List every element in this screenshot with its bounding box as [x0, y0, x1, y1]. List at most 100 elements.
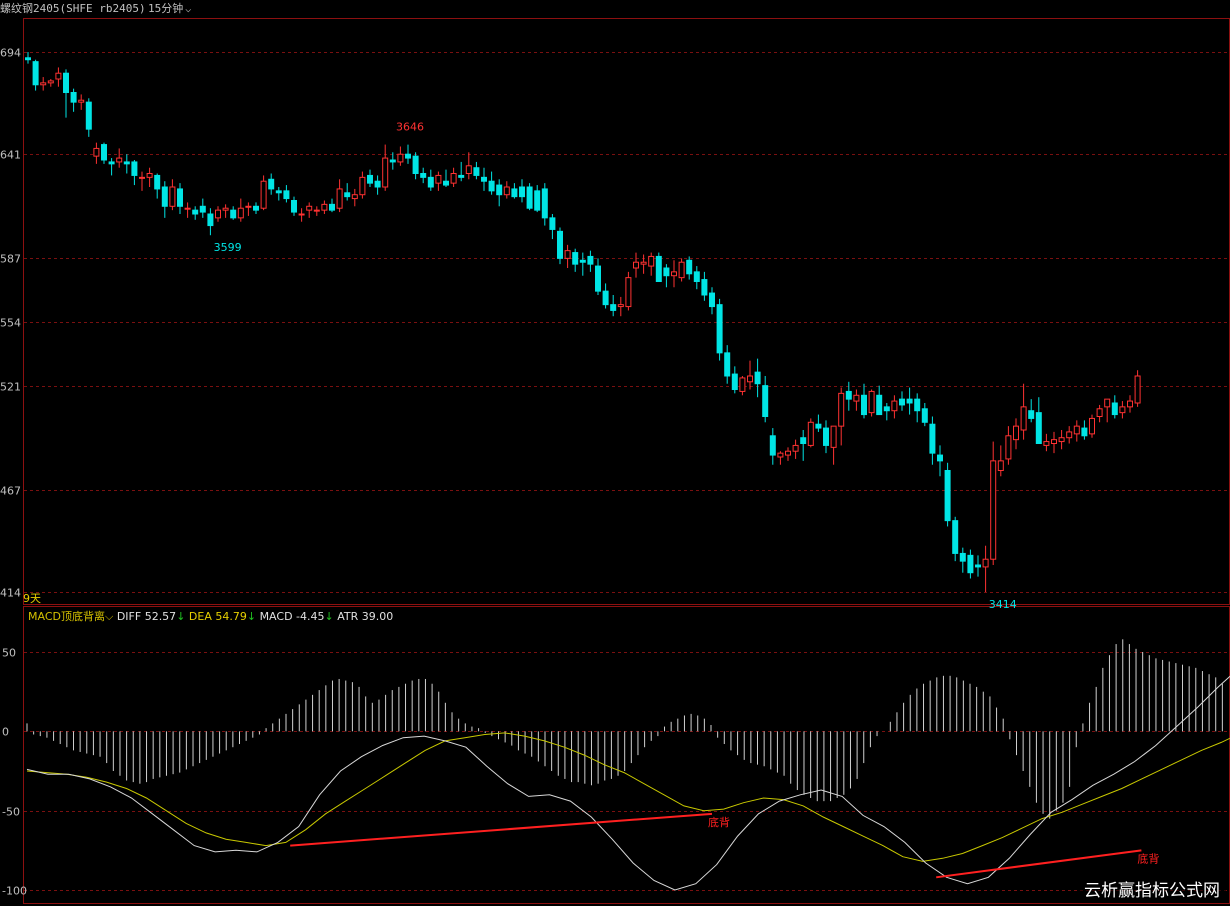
candle-body [169, 186, 176, 207]
candle-body [739, 377, 746, 392]
candle-body [108, 161, 115, 165]
candle [899, 391, 905, 411]
candle-body [503, 186, 510, 196]
readout-atr: ATR 39.00 [337, 610, 393, 623]
candle-body [876, 394, 883, 416]
candle-body [245, 205, 252, 208]
candle [625, 271, 632, 311]
candle-body [921, 408, 928, 423]
candle-body [709, 292, 715, 308]
candle [1081, 420, 1088, 440]
candle-body [1081, 427, 1088, 437]
candle [93, 142, 100, 164]
candle-body [541, 188, 548, 219]
candle-body [1089, 417, 1095, 435]
candle [450, 167, 457, 187]
candle-body [184, 207, 191, 210]
candle [443, 169, 449, 187]
candle-body [747, 375, 753, 383]
candle [313, 206, 320, 216]
candle [481, 167, 487, 191]
candle-body [55, 72, 62, 80]
candle-body [427, 176, 434, 188]
indicator-tick-label: -50 [2, 806, 20, 819]
candle [990, 441, 997, 565]
candle [701, 271, 708, 301]
candle [883, 403, 890, 421]
candle-body [146, 173, 153, 178]
candle-body [663, 267, 670, 277]
candle-body [85, 101, 92, 130]
candle-body [306, 205, 313, 211]
indicator-tick-label: -100 [2, 885, 27, 898]
candle [32, 59, 39, 91]
chart-canvas: 694 641 587 554 521 467 414 3646 3599 3414 9天 MA… [0, 18, 1230, 904]
candle [815, 414, 822, 432]
candle [853, 389, 860, 411]
candle [1089, 414, 1095, 438]
candle [25, 52, 31, 64]
candle [549, 214, 556, 240]
candle [116, 148, 123, 168]
candle [268, 173, 275, 195]
candle-body [313, 209, 320, 212]
candle-body [192, 209, 199, 215]
candle [184, 202, 191, 218]
candle [906, 387, 913, 415]
candle [344, 183, 351, 201]
candle-body [519, 186, 525, 198]
candle [359, 171, 366, 199]
candle [207, 208, 214, 236]
readout-dea: DEA 54.79 [189, 610, 247, 623]
divergence-line [936, 849, 1142, 879]
candle-body [435, 174, 442, 184]
candle [1066, 426, 1073, 444]
candle-body [298, 213, 305, 216]
candle-body [230, 209, 237, 219]
candle-body [291, 200, 297, 213]
candle-body [830, 425, 837, 448]
candle-body [458, 174, 465, 178]
candle [610, 295, 617, 317]
candle-body [823, 427, 829, 446]
candle [1051, 431, 1057, 454]
down-arrow-icon: ↓ [247, 610, 256, 623]
candle [199, 198, 206, 218]
candle [63, 69, 69, 118]
candle-body [785, 450, 791, 456]
candle [55, 67, 62, 87]
candle [351, 188, 358, 207]
candle [1134, 370, 1141, 407]
candle-body [47, 80, 54, 84]
candle [336, 179, 343, 213]
candle-body [93, 147, 100, 157]
candle [785, 447, 791, 461]
candle [648, 252, 655, 276]
candle [101, 142, 107, 164]
indicator-name: MACD顶底背离 [28, 609, 105, 623]
candle-body [177, 188, 183, 207]
candle-body [351, 194, 358, 200]
candle [602, 283, 609, 309]
candle-body [260, 180, 267, 209]
candle [587, 250, 594, 272]
candle-body [693, 271, 700, 283]
candle-body [845, 390, 852, 400]
price-annotations: 3646 3599 3414 [214, 121, 1017, 611]
candle-body [602, 290, 609, 306]
price-tick-label: 467 [0, 485, 21, 498]
candle-body [488, 180, 495, 192]
candle [937, 445, 943, 477]
candle-body [1035, 412, 1042, 444]
price-extreme-label: 3599 [214, 241, 242, 254]
candle [876, 385, 883, 416]
candle [1020, 383, 1027, 440]
price-tick-label: 694 [0, 47, 21, 60]
readout-macd: MACD -4.45 [260, 610, 325, 623]
candle-body [754, 371, 761, 385]
candle [1073, 420, 1080, 442]
candle [192, 206, 199, 220]
candle-body [1013, 425, 1019, 441]
candle [579, 252, 586, 276]
candle [762, 376, 769, 423]
